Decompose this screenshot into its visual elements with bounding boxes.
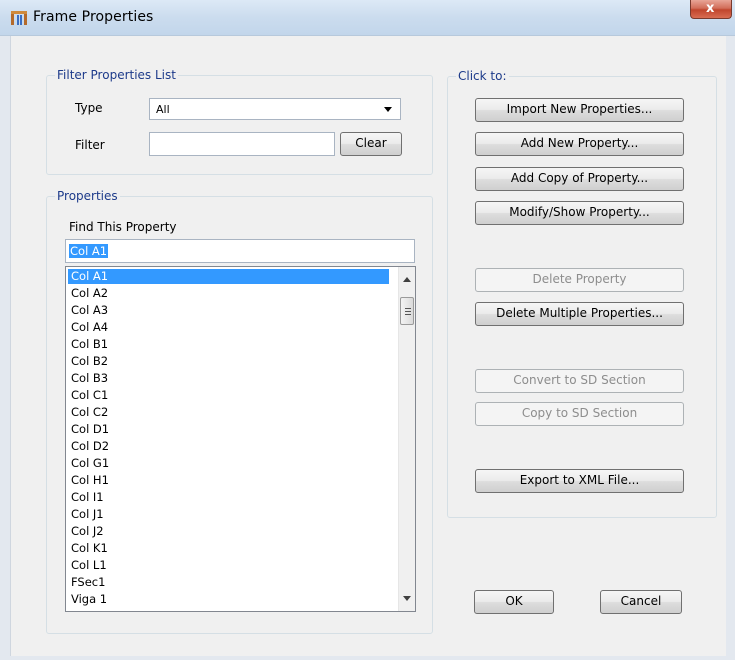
add-new-property-label: Add New Property... — [520, 136, 639, 150]
add-copy-of-property-button[interactable]: Add Copy of Property... — [475, 167, 684, 191]
scroll-grip — [405, 308, 411, 309]
find-property-value: Col A1 — [69, 244, 109, 258]
properties-list-item[interactable]: Col L1 — [68, 558, 389, 573]
delete-property-button[interactable]: Delete Property — [475, 268, 684, 292]
convert-to-sd-section-label: Convert to SD Section — [513, 373, 646, 387]
copy-to-sd-section-label: Copy to SD Section — [521, 406, 638, 420]
filter-group-label: Filter Properties List — [55, 68, 178, 82]
chevron-down-icon — [384, 107, 392, 112]
copy-to-sd-section-button[interactable]: Copy to SD Section — [475, 402, 684, 426]
scroll-up-icon[interactable] — [403, 277, 411, 282]
properties-list-item[interactable]: Col J2 — [68, 524, 389, 539]
properties-list-item[interactable]: Col I1 — [68, 490, 389, 505]
find-property-label: Find This Property — [69, 220, 177, 234]
properties-list-item[interactable]: Col C1 — [68, 388, 389, 403]
actions-group: Click to: Import New Properties... Add N… — [447, 69, 717, 518]
scroll-grip — [405, 311, 411, 312]
scroll-grip — [405, 314, 411, 315]
properties-list-item[interactable]: Col A1 — [68, 269, 389, 284]
close-button[interactable]: x — [690, 0, 732, 19]
scroll-thumb[interactable] — [400, 297, 414, 325]
export-to-xml-file-label: Export to XML File... — [519, 473, 640, 487]
frame-properties-window: Frame Properties x Filter Properties Lis… — [0, 0, 735, 660]
properties-list-item[interactable]: Col B1 — [68, 337, 389, 352]
properties-list-item[interactable]: Col K1 — [68, 541, 389, 556]
properties-list-item[interactable]: Col D1 — [68, 422, 389, 437]
add-new-property-button[interactable]: Add New Property... — [475, 132, 684, 156]
delete-property-label: Delete Property — [532, 272, 627, 286]
properties-group-label: Properties — [55, 189, 120, 203]
properties-list-item[interactable]: Col J1 — [68, 507, 389, 522]
properties-list-item[interactable]: Col G1 — [68, 456, 389, 471]
clear-button[interactable]: Clear — [340, 132, 402, 156]
import-new-properties-button[interactable]: Import New Properties... — [475, 98, 684, 122]
close-icon: x — [706, 1, 715, 16]
dialog-client-area: Filter Properties List Type All Filter C… — [10, 36, 726, 656]
ok-button-label: OK — [505, 594, 523, 608]
type-label: Type — [75, 101, 103, 115]
cancel-button-label: Cancel — [620, 594, 662, 608]
delete-multiple-properties-label: Delete Multiple Properties... — [496, 306, 663, 320]
properties-list-item[interactable]: FSec1 — [68, 575, 389, 590]
properties-list-item[interactable]: Col C2 — [68, 405, 389, 420]
add-copy-of-property-label: Add Copy of Property... — [510, 171, 649, 185]
properties-list-item[interactable]: Col H1 — [68, 473, 389, 488]
filter-properties-group: Filter Properties List Type All Filter C… — [46, 68, 433, 175]
cancel-button[interactable]: Cancel — [600, 590, 682, 614]
properties-list-item[interactable]: Col A4 — [68, 320, 389, 335]
properties-list-item[interactable]: Col B3 — [68, 371, 389, 386]
properties-list-item[interactable]: Col A3 — [68, 303, 389, 318]
ok-button[interactable]: OK — [474, 590, 554, 614]
properties-listbox[interactable]: Col A1 Col A2 Col A3 Col A4 Col B1 Col B2 Col … — [65, 266, 416, 612]
properties-group: Properties Find This Property Col A1 Col… — [46, 189, 433, 634]
filter-label: Filter — [75, 138, 105, 152]
type-dropdown[interactable]: All — [149, 98, 401, 120]
type-dropdown-value: All — [156, 103, 170, 116]
properties-list-item[interactable]: Col A2 — [68, 286, 389, 301]
convert-to-sd-section-button[interactable]: Convert to SD Section — [475, 369, 684, 393]
find-property-input[interactable]: Col A1 — [65, 239, 415, 263]
window-title: Frame Properties — [33, 9, 154, 25]
delete-multiple-properties-button[interactable]: Delete Multiple Properties... — [475, 302, 684, 326]
properties-list-item[interactable]: Col D2 — [68, 439, 389, 454]
properties-list-item[interactable]: Col B2 — [68, 354, 389, 369]
export-to-xml-file-button[interactable]: Export to XML File... — [475, 469, 684, 493]
clear-button-label: Clear — [355, 136, 387, 150]
properties-list-item[interactable]: Viga 1 — [68, 592, 389, 607]
actions-group-label: Click to: — [456, 69, 509, 83]
filter-input[interactable] — [149, 132, 335, 156]
properties-list-scrollbar[interactable] — [398, 267, 415, 611]
modify-show-property-button[interactable]: Modify/Show Property... — [475, 201, 684, 225]
title-bar[interactable]: Frame Properties x — [0, 0, 735, 36]
modify-show-property-label: Modify/Show Property... — [509, 205, 650, 219]
frame-properties-icon — [11, 11, 27, 25]
scroll-down-icon[interactable] — [403, 596, 411, 601]
import-new-properties-label: Import New Properties... — [506, 102, 653, 116]
